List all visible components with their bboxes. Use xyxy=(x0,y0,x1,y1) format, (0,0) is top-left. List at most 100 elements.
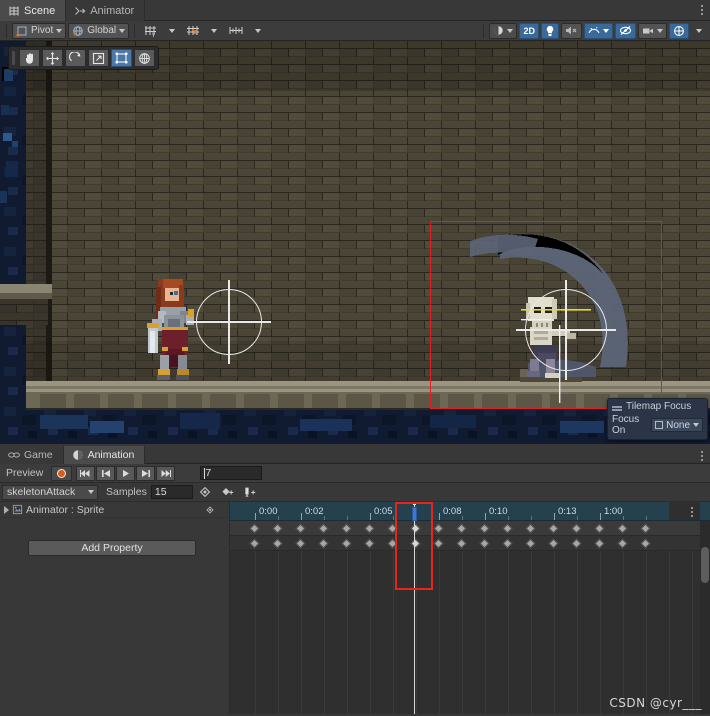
timeline-grid-area[interactable] xyxy=(230,551,710,714)
scene-camera-dropdown[interactable] xyxy=(638,22,667,39)
knight-sprite-gizmo[interactable] xyxy=(187,280,271,364)
tool-custom[interactable] xyxy=(134,49,155,67)
tool-rect-transform[interactable] xyxy=(111,49,132,67)
playhead-handle[interactable] xyxy=(412,507,417,521)
timeline-playhead[interactable] xyxy=(414,502,415,714)
keyframe-diamond-icon[interactable] xyxy=(502,538,513,549)
keyframe-diamond-icon[interactable] xyxy=(456,523,467,534)
timeline-ruler[interactable]: 0:000:020:050:080:100:131:001:031:03 xyxy=(230,502,710,521)
samples-input[interactable]: 15 xyxy=(150,485,193,499)
keyframe-diamond-icon[interactable] xyxy=(205,505,215,515)
keyframe-diamond-icon[interactable] xyxy=(548,538,559,549)
first-frame-button[interactable] xyxy=(76,465,96,481)
add-keyframe-playhead-button[interactable] xyxy=(218,485,237,500)
keyframe-diamond-icon[interactable] xyxy=(456,538,467,549)
last-frame-button[interactable] xyxy=(156,465,176,481)
keyframe-diamond-icon[interactable] xyxy=(249,523,260,534)
grid-axis-caret[interactable] xyxy=(164,23,180,39)
keyframe-diamond-icon[interactable] xyxy=(525,538,536,549)
keyframe-diamond-icon[interactable] xyxy=(571,538,582,549)
keyframe-diamond-icon[interactable] xyxy=(502,523,513,534)
tab-scene[interactable]: Scene xyxy=(0,0,67,21)
scene-view[interactable]: Tilemap Focus Focus On None xyxy=(0,41,710,444)
handle-rotation-dropdown[interactable]: Global xyxy=(68,22,130,39)
scene-view-options-kebab[interactable] xyxy=(696,3,707,16)
keyframe-diamond-icon[interactable] xyxy=(617,523,628,534)
keyframe-diamond-icon[interactable] xyxy=(318,538,329,549)
keyframe-diamond-icon[interactable] xyxy=(249,538,260,549)
keyframe-diamond-icon[interactable] xyxy=(364,538,375,549)
keyframe-diamond-icon[interactable] xyxy=(594,538,605,549)
keyframe-diamond-icon[interactable] xyxy=(479,523,490,534)
add-property-button[interactable]: Add Property xyxy=(28,540,196,556)
draw-mode-dropdown[interactable] xyxy=(489,22,518,39)
keyframe-diamond-icon[interactable] xyxy=(410,538,421,549)
keyframe-diamond-icon[interactable] xyxy=(387,538,398,549)
timeline-options-kebab[interactable] xyxy=(686,505,697,518)
toggle-2d-button[interactable]: 2D xyxy=(519,22,539,39)
scrollbar-thumb[interactable] xyxy=(701,547,709,583)
keyframe-diamond-icon[interactable] xyxy=(341,538,352,549)
gizmos-dropdown[interactable] xyxy=(669,22,689,39)
tab-animator[interactable]: Animator xyxy=(66,0,146,21)
tool-rotate[interactable] xyxy=(65,49,86,67)
scene-lighting-button[interactable] xyxy=(541,22,559,39)
tilemap-focus-header[interactable]: Tilemap Focus xyxy=(608,399,707,413)
keyframe-diamond-icon[interactable] xyxy=(295,538,306,549)
next-frame-button[interactable] xyxy=(136,465,156,481)
tool-move[interactable] xyxy=(42,49,63,67)
grid-snap-caret[interactable] xyxy=(206,23,222,39)
focus-on-dropdown[interactable]: None xyxy=(651,418,703,432)
keyframe-track-sprite[interactable] xyxy=(230,536,710,551)
keyframe-diamond-icon[interactable] xyxy=(548,523,559,534)
animation-panel-options-kebab[interactable] xyxy=(696,449,707,462)
keyframe-diamond-icon[interactable] xyxy=(272,523,283,534)
audio-mute-button[interactable] xyxy=(561,22,582,39)
drag-handle-icon[interactable] xyxy=(612,405,622,408)
keyframe-diamond-icon[interactable] xyxy=(617,538,628,549)
timeline-vertical-scrollbar[interactable] xyxy=(700,521,710,714)
prev-frame-button[interactable] xyxy=(96,465,116,481)
animation-timeline[interactable]: 0:000:020:050:080:100:131:001:031:03 xyxy=(230,502,710,714)
keyframe-diamond-icon[interactable] xyxy=(571,523,582,534)
record-button[interactable] xyxy=(51,465,73,481)
skeleton-sprite-gizmo[interactable] xyxy=(516,280,616,380)
keyframe-diamond-icon[interactable] xyxy=(295,523,306,534)
tilemap-focus-overlay[interactable]: Tilemap Focus Focus On None xyxy=(607,398,708,440)
grid-axis-dropdown[interactable]: y xyxy=(140,23,162,39)
play-button[interactable] xyxy=(116,465,136,481)
tab-game[interactable]: Game xyxy=(0,446,64,464)
keyframe-diamond-icon[interactable] xyxy=(479,538,490,549)
current-frame-input[interactable]: 7 xyxy=(200,466,263,480)
snap-increment-dropdown[interactable] xyxy=(224,23,248,39)
keyframe-diamond-icon[interactable] xyxy=(525,523,536,534)
snap-increment-caret[interactable] xyxy=(250,23,266,39)
grid-snap-dropdown[interactable] xyxy=(182,23,204,39)
keyframe-diamond-icon[interactable] xyxy=(433,538,444,549)
keyframe-diamond-icon[interactable] xyxy=(594,523,605,534)
keyframe-diamond-icon[interactable] xyxy=(410,523,421,534)
keyframe-diamond-icon[interactable] xyxy=(341,523,352,534)
pivot-mode-dropdown[interactable]: Pivot xyxy=(12,22,67,39)
property-row-animator-sprite[interactable]: Animator : Sprite xyxy=(0,502,229,518)
fx-dropdown[interactable] xyxy=(584,22,613,39)
add-keyframe-button[interactable] xyxy=(196,485,215,500)
tool-view[interactable] xyxy=(19,49,40,67)
foldout-right-icon[interactable] xyxy=(4,505,9,514)
tool-scale[interactable] xyxy=(88,49,109,67)
tab-animation[interactable]: Animation xyxy=(63,446,146,464)
keyframe-diamond-icon[interactable] xyxy=(318,523,329,534)
keyframe-diamond-icon[interactable] xyxy=(640,523,651,534)
keyframe-track-summary[interactable] xyxy=(230,521,710,536)
drag-handle-icon[interactable] xyxy=(12,51,15,65)
keyframe-diamond-icon[interactable] xyxy=(272,538,283,549)
preview-toggle[interactable]: Preview xyxy=(0,467,49,479)
keyframe-diamond-icon[interactable] xyxy=(364,523,375,534)
keyframe-diamond-icon[interactable] xyxy=(387,523,398,534)
add-event-button[interactable] xyxy=(240,485,259,500)
clip-selector-dropdown[interactable]: skeletonAttack xyxy=(2,484,98,500)
keyframe-diamond-icon[interactable] xyxy=(640,538,651,549)
scene-visibility-button[interactable] xyxy=(615,22,636,39)
gizmos-caret[interactable] xyxy=(691,23,707,39)
keyframe-diamond-icon[interactable] xyxy=(433,523,444,534)
